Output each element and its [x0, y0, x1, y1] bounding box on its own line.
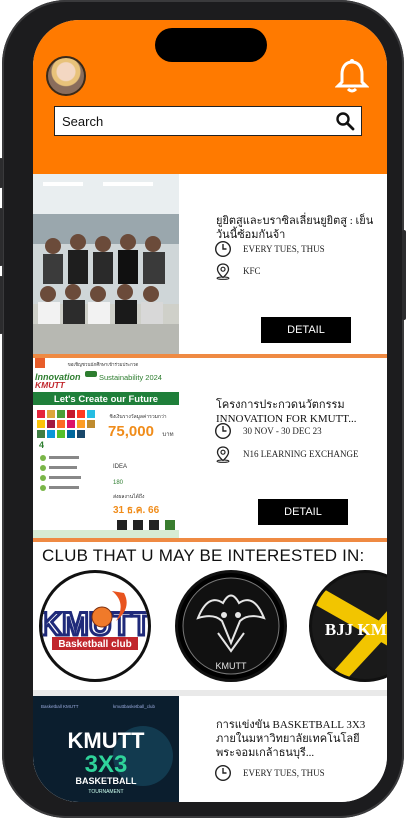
avatar[interactable] — [46, 56, 86, 96]
event-location: N16 LEARNING EXCHANGE — [243, 449, 359, 459]
location-pin-icon — [216, 263, 230, 280]
event-title: การแข่งขัน BASKETBALL 3X3 ภายในมหาวิทยาล… — [216, 719, 366, 759]
club-name: Basketball club — [58, 639, 131, 650]
phone-frame: Search ยูยิตสูและบราซิลเลี่ยนยูยิตสู: เ… — [0, 0, 406, 818]
svg-text:4: 4 — [39, 440, 44, 450]
mute-switch — [0, 158, 3, 188]
poster-prize-unit: บาท — [162, 432, 173, 438]
event-time: EVERY TUES, THUS — [243, 244, 325, 254]
clubs-heading: CLUB THAT U MAY BE INTERESTED IN: — [42, 546, 365, 565]
event-card[interactable]: Basketball KMUTT kmuttbasketball_club KM… — [33, 696, 387, 802]
detail-button[interactable]: DETAIL — [258, 499, 348, 525]
svg-text:180: 180 — [113, 480, 124, 486]
app-screen: Search ยูยิตสูและบราซิลเลี่ยนยูยิตสู: เ… — [33, 20, 387, 802]
poster-line-3: BASKETBALL — [76, 776, 137, 786]
volume-up-button — [0, 208, 3, 266]
event-poster: ขอเชิญชวนนักศึกษาเข้าร่วมประกวด Innovati… — [33, 358, 179, 538]
location-pin-icon — [216, 446, 230, 463]
poster-line-2: 3X3 — [85, 751, 128, 778]
event-title: โครงการประกวดนวัตกรรม INNOVATION FOR KMU… — [216, 399, 357, 425]
search-input[interactable]: Search — [62, 114, 103, 129]
power-button — [402, 230, 406, 320]
event-time: 30 NOV - 30 DEC 23 — [243, 426, 322, 436]
clock-icon — [214, 422, 232, 440]
svg-text:Sustainability 2024: Sustainability 2024 — [99, 373, 162, 382]
clock-icon — [214, 240, 232, 258]
search-bar[interactable]: Search — [54, 106, 362, 136]
volume-down-button — [0, 276, 3, 334]
poster-prize: 75,000 — [108, 423, 154, 440]
clock-icon — [214, 764, 232, 782]
poster-line-1: KMUTT — [68, 728, 146, 753]
svg-text:IDEA: IDEA — [113, 464, 127, 470]
event-location: KFC — [243, 266, 261, 276]
event-time: EVERY TUES, THUS — [243, 768, 325, 778]
svg-text:Let's Create our Future: Let's Create our Future — [54, 394, 158, 405]
svg-text:Basketball KMUTT: Basketball KMUTT — [41, 704, 79, 709]
club-logo-dragon[interactable]: KMUTT — [175, 570, 287, 682]
dynamic-island — [155, 28, 267, 62]
event-poster: Basketball KMUTT kmuttbasketball_club KM… — [33, 696, 179, 802]
search-icon[interactable] — [335, 111, 355, 131]
club-name: BJJ KMU — [325, 620, 387, 639]
poster-line-4: TOURNAMENT — [88, 789, 123, 795]
poster-deadline: 31 ธ.ค. 66 — [113, 505, 160, 516]
club-logo-basketball[interactable]: KMUTT Basketball club — [39, 570, 151, 682]
bell-icon[interactable] — [335, 58, 369, 94]
detail-button[interactable]: DETAIL — [261, 317, 351, 343]
event-card[interactable]: ยูยิตสูและบราซิลเลี่ยนยูยิตสู : เย็นวันน… — [33, 174, 387, 354]
svg-text:ส่งผลงานได้ถึง: ส่งผลงานได้ถึง — [113, 493, 145, 500]
event-card[interactable]: ขอเชิญชวนนักศึกษาเข้าร่วมประกวด Innovati… — [33, 358, 387, 538]
svg-text:kmuttbasketball_club: kmuttbasketball_club — [113, 704, 156, 709]
event-photo — [33, 174, 179, 354]
svg-text:KMUTT: KMUTT — [35, 380, 66, 390]
svg-text:ชิงเงินรางวัลมูลค่ารวมกว่า: ชิงเงินรางวัลมูลค่ารวมกว่า — [109, 413, 166, 420]
club-name: KMUTT — [216, 661, 247, 671]
svg-text:ขอเชิญชวนนักศึกษาเข้าร่วมประกว: ขอเชิญชวนนักศึกษาเข้าร่วมประกวด — [68, 362, 139, 367]
event-title: ยูยิตสูและบราซิลเลี่ยนยูยิตสู : เย็นวันน… — [216, 215, 374, 241]
